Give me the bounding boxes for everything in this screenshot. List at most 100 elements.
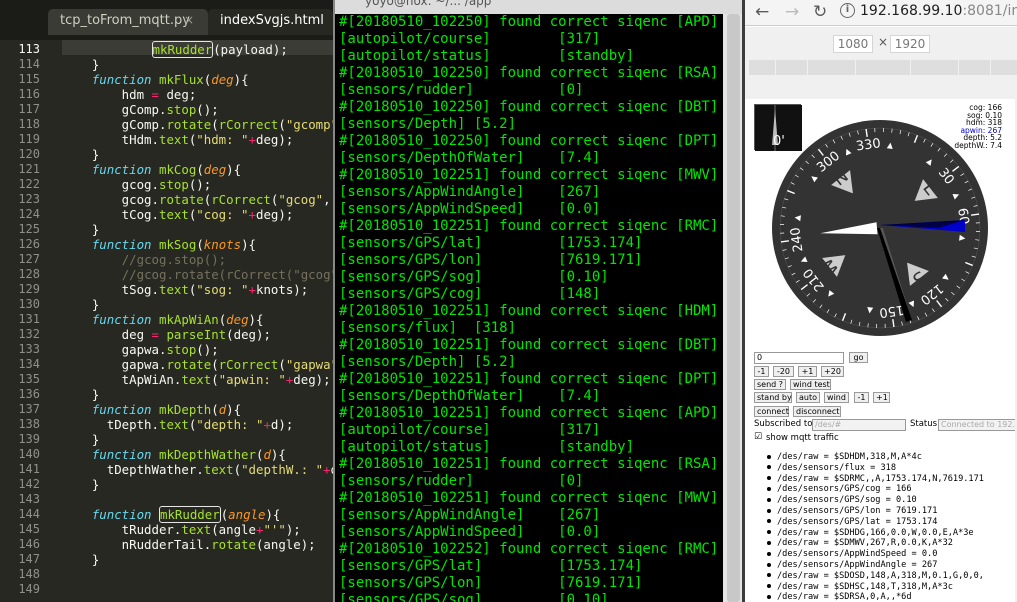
code-line: gComp.stop(); [62,102,219,117]
tab-tcp-tofrom-mqtt[interactable]: tcp_toFrom_mqtt.py × [48,9,208,35]
subscribe-topic-input[interactable]: /des/# [812,419,906,431]
checkbox-checked-icon[interactable]: ☑ [754,432,762,442]
forward-arrow-icon[interactable]: → [785,2,799,22]
code-line: tApWiAn.text("apwin: "+deg); [62,372,331,387]
code-line: tHdm.text("hdm: "+deg); [62,132,294,147]
line-number: 133 [18,342,40,356]
back-arrow-icon[interactable]: ← [755,2,769,22]
line-number: 148 [18,567,40,581]
terminal-output: #[20180510_102250] found correct siqenc … [337,14,722,602]
traffic-item: /des/raw = $SDHDG,166,0.0,W,0.0,E,A*3e [767,528,974,539]
info-icon[interactable]: i [840,3,855,18]
line-number: 128 [18,267,40,281]
terminal-line: #[20180510_102251] found correct siqenc … [339,337,719,353]
terminal-line: [sensors/Depth] [5.2] [339,116,517,132]
auto-button[interactable]: auto [796,392,820,403]
minus-1-button[interactable]: -1 [754,366,769,377]
code-line: function mkDepth(d){ [91,402,242,417]
line-number: 132 [18,327,40,341]
code-editor[interactable]: tcp_toFrom_mqtt.py × indexSvgjs.html 113… [0,0,333,602]
plus-1-button[interactable]: +1 [798,366,817,377]
disconnect-button[interactable]: disconnect [793,406,841,417]
terminal-window[interactable]: yoyo@nox: ~/... /app #[20180510_102250] … [333,0,742,602]
line-number: 119 [18,132,40,146]
traffic-item: /des/sensors/GPS/sog = 0.10 [767,495,917,506]
device-height-input[interactable]: 1920 [890,35,930,53]
line-number: 124 [18,207,40,221]
traffic-text: /des/sensors/GPS/lat = 1753.174 [777,516,938,527]
address-bar[interactable]: i 192.168.99.10:8081/inde [840,1,1017,23]
traffic-item: /des/raw = $SDOSD,148,A,318,M,0.1,G,0,0, [767,571,984,582]
code-line: gComp.rotate(rCorrect("gcomp", [62,117,333,132]
code-line: deg = parseInt(deg); [62,327,271,342]
status-field: Connected to 192.16 [938,419,1017,431]
code-line: } [62,552,100,567]
code-line: hdm = deg; [62,87,197,102]
traffic-item: /des/sensors/AppWindAngle = 267 [767,560,937,571]
send-query-button[interactable]: send ? [754,379,786,390]
terminal-line: [sensors/GPS/lat] [1753.174] [339,235,643,251]
code-line: } [62,432,100,447]
editor-tab-bar: tcp_toFrom_mqtt.py × indexSvgjs.html [0,0,333,40]
standby-button[interactable]: stand by [754,392,792,403]
line-number: 114 [18,57,40,71]
code-line: function mkFlux(deg){ [91,72,249,87]
line-number: 139 [18,432,40,446]
terminal-line: [sensors/GPS/lon] [7619.171] [339,252,643,268]
code-line: gapwa.rotate(rCorrect("gapwa", 3 [62,357,333,372]
traffic-text: /des/raw = $SDOSD,148,A,318,M,0.1,G,0,0, [777,570,984,581]
code-line: function mkSog(knots){ [91,237,257,252]
url-rest: :8081/inde [962,3,1017,19]
connect-button[interactable]: connect [754,406,789,417]
line-number: 140 [18,447,40,461]
line-number: 146 [18,537,40,551]
reload-icon[interactable]: ↻ [813,2,827,22]
code-line: nRudderTail.rotate(angle); [62,537,316,552]
line-number: 145 [18,522,40,536]
traffic-item: /des/sensors/GPS/lon = 7619.171 [767,506,937,517]
tab-index-svgjs[interactable]: indexSvgjs.html [208,9,333,35]
wind-button[interactable]: wind [824,392,849,403]
mqtt-traffic-list: /des/raw = $SDHDM,318,M,A*4c/des/sensors… [767,452,1017,602]
go-button[interactable]: go [849,352,868,363]
show-traffic-label: show mqtt traffic [766,433,839,443]
line-number: 137 [18,402,40,416]
course-input[interactable]: 0 [754,352,844,364]
traffic-item: /des/raw = $SDRMC,,A,1753.174,N,7619.171 [767,474,984,485]
line-number: 116 [18,87,40,101]
plus-20-button[interactable]: +20 [821,366,844,377]
terminal-scrollbar-thumb[interactable] [727,14,740,602]
line-number: 120 [18,147,40,161]
terminal-line: #[20180510_102251] found correct siqenc … [339,490,719,506]
line-number: 138 [18,417,40,431]
bullet-icon [767,519,771,524]
minus-1-small-button[interactable]: -1 [854,392,869,403]
line-number: 130 [18,297,40,311]
line-number: 117 [18,102,40,116]
wind-test-button[interactable]: wind test [790,379,831,390]
code-area[interactable]: mkRudder(payload); } function mkFlux(deg… [62,40,333,602]
terminal-line: [autopilot/status] [standby] [339,48,635,64]
plus-1-small-button[interactable]: +1 [873,392,890,403]
traffic-text: /des/raw = $SDHDG,166,0.0,W,0.0,E,A*3e [777,527,974,538]
code-line: function mkCog(deg){ [91,162,242,177]
ruler-divider [807,60,808,75]
traffic-text: /des/raw = $SDMWV,267,R,0.0,K,A*32 [777,538,953,549]
device-width-input[interactable]: 1080 [833,35,873,53]
code-line: } [62,222,100,237]
bullet-icon [767,476,771,481]
browser-toolbar: ← → ↻ i 192.168.99.10:8081/inde [745,0,1017,26]
bullet-icon [767,551,771,556]
close-icon[interactable]: × [184,13,194,27]
code-line: } [62,387,100,402]
line-number: 144 [18,507,40,521]
traffic-item: /des/sensors/flux = 318 [767,463,896,474]
line-number: 147 [18,552,40,566]
terminal-title-bar: yoyo@nox: ~/... /app [335,0,742,14]
media-query-ruler[interactable] [749,60,1017,75]
compass-rose: 330 300 240 210 150 120 60 30 N E S W [772,120,988,336]
minus-20-button[interactable]: -20 [773,366,794,377]
code-line: function mkDepthWather(d){ [91,447,286,462]
code-line: gcog.stop(); [62,177,212,192]
line-number: 122 [18,177,40,191]
